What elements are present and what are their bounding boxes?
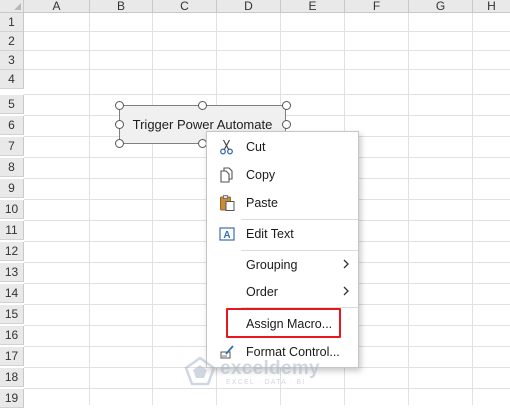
chevron-right-icon (343, 286, 349, 296)
menu-item-label: Edit Text (246, 227, 294, 241)
menu-item-edit-text[interactable]: A Edit Text (207, 222, 358, 246)
row-header[interactable]: 5 (0, 95, 24, 114)
menu-separator (241, 250, 358, 251)
column-header[interactable]: A (24, 0, 90, 13)
watermark-name: exceldemy (220, 358, 320, 379)
menu-item-cut[interactable]: Cut (207, 135, 358, 159)
menu-item-label: Cut (246, 140, 266, 154)
resize-handle[interactable] (115, 120, 124, 129)
select-all-corner[interactable] (0, 0, 24, 13)
svg-text:A: A (223, 230, 230, 241)
menu-separator (241, 219, 358, 220)
gridline (24, 31, 510, 32)
row-header[interactable]: 4 (0, 70, 24, 89)
column-header[interactable]: G (409, 0, 473, 13)
column-header[interactable]: B (90, 0, 153, 13)
chevron-right-icon (343, 259, 349, 269)
copy-icon (220, 167, 233, 183)
row-header[interactable]: 7 (0, 137, 24, 156)
watermark: exceldemy EXCEL · DATA · BI (182, 352, 342, 390)
row-header[interactable]: 15 (0, 305, 24, 324)
resize-handle[interactable] (282, 120, 291, 129)
row-header[interactable]: 6 (0, 116, 24, 135)
menu-item-order[interactable]: Order (207, 280, 358, 304)
menu-item-label: Grouping (246, 258, 298, 272)
resize-handle[interactable] (115, 139, 124, 148)
row-header[interactable]: 16 (0, 326, 24, 345)
scissors-icon (220, 139, 233, 155)
edit-text-icon: A (219, 227, 235, 241)
column-header[interactable]: F (345, 0, 409, 13)
resize-handle[interactable] (115, 101, 124, 110)
menu-item-label: Copy (246, 168, 276, 182)
column-header[interactable]: D (217, 0, 281, 13)
row-header[interactable]: 19 (0, 389, 24, 408)
row-header[interactable]: 8 (0, 158, 24, 177)
paste-icon (220, 195, 235, 211)
form-button-label: Trigger Power Automate (132, 117, 273, 132)
resize-handle[interactable] (198, 101, 207, 110)
column-header[interactable]: C (153, 0, 217, 13)
row-header[interactable]: 1 (0, 13, 24, 32)
row-header[interactable]: 9 (0, 179, 24, 198)
watermark-tagline: EXCEL · DATA · BI (226, 379, 306, 386)
gridline (24, 50, 510, 51)
menu-item-copy[interactable]: Copy (207, 163, 358, 187)
row-header[interactable]: 3 (0, 51, 24, 70)
row-header[interactable]: 2 (0, 32, 24, 51)
row-header[interactable]: 18 (0, 368, 24, 387)
resize-handle[interactable] (282, 101, 291, 110)
menu-item-paste[interactable]: Paste (207, 191, 358, 215)
row-header[interactable]: 14 (0, 284, 24, 303)
row-header[interactable]: 13 (0, 263, 24, 282)
highlight-box (226, 308, 341, 338)
row-header[interactable]: 12 (0, 242, 24, 261)
menu-item-grouping[interactable]: Grouping (207, 253, 358, 277)
gridline (24, 69, 510, 70)
row-header[interactable]: 11 (0, 221, 24, 240)
row-header[interactable]: 10 (0, 200, 24, 219)
menu-item-label: Order (246, 285, 278, 299)
exceldemy-logo-icon (184, 356, 216, 386)
row-header[interactable]: 17 (0, 347, 24, 366)
gridline (24, 94, 510, 95)
column-header[interactable]: H (473, 0, 510, 13)
menu-item-label: Paste (246, 196, 278, 210)
column-header[interactable]: E (281, 0, 345, 13)
